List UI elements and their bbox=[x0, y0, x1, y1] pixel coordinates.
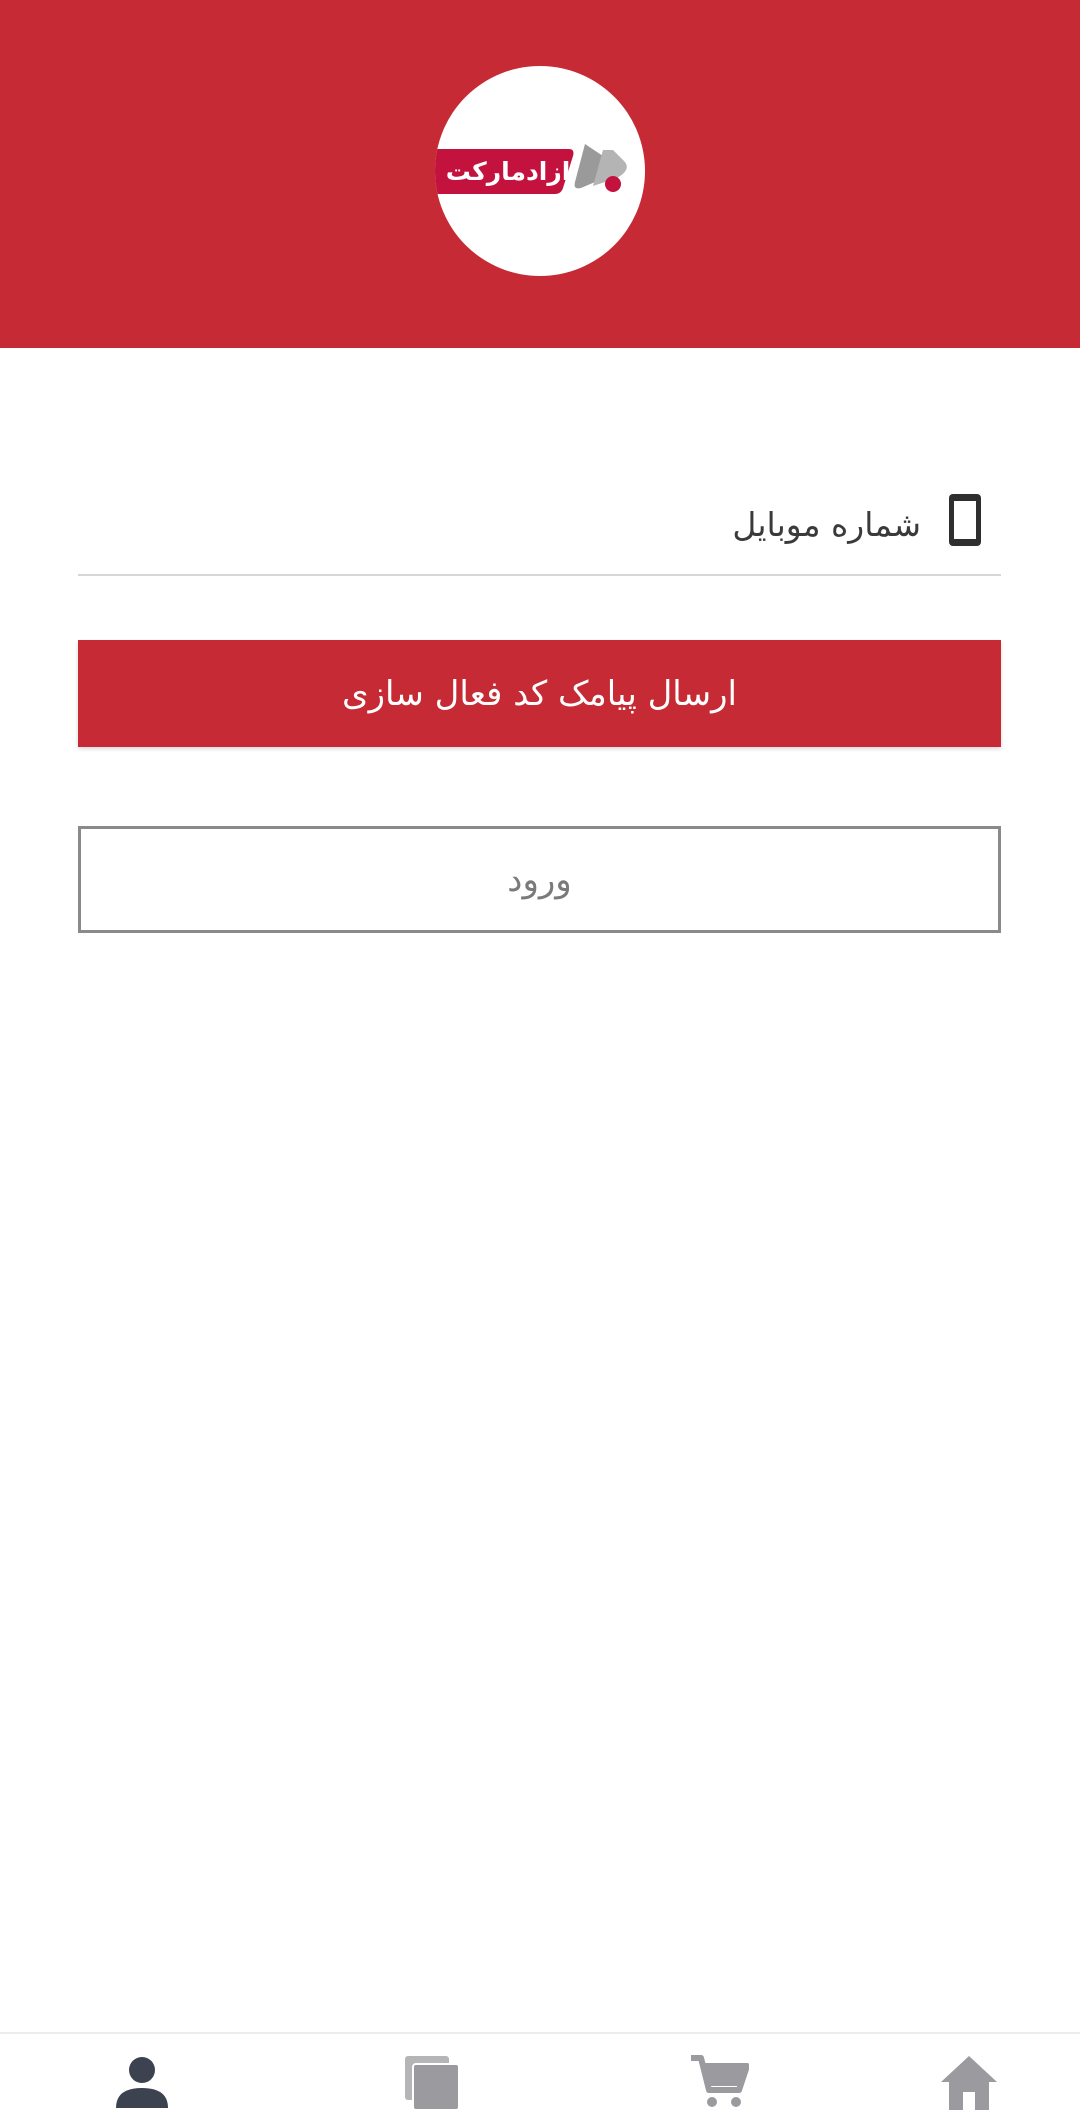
login-label: ورود bbox=[507, 859, 572, 900]
bottom-navigation bbox=[0, 2032, 1080, 2121]
home-icon bbox=[941, 2056, 997, 2110]
app-header: ازادمارکت bbox=[0, 0, 1080, 348]
nav-home[interactable] bbox=[939, 2052, 999, 2112]
nav-profile[interactable] bbox=[112, 2052, 172, 2112]
nav-cart[interactable] bbox=[689, 2052, 749, 2112]
phone-input[interactable] bbox=[161, 494, 921, 554]
user-icon bbox=[116, 2057, 168, 2108]
login-button[interactable]: ورود bbox=[78, 826, 1001, 933]
mobile-phone-icon bbox=[949, 494, 981, 546]
brand-logo: ازادمارکت bbox=[435, 66, 645, 276]
send-activation-code-label: ارسال پیامک کد فعال سازی bbox=[342, 673, 738, 714]
nav-categories[interactable] bbox=[403, 2052, 463, 2112]
cart-icon bbox=[691, 2055, 749, 2107]
logo-text: ازادمارکت bbox=[445, 157, 571, 186]
stacked-cards-icon bbox=[405, 2056, 460, 2111]
send-activation-code-button[interactable]: ارسال پیامک کد فعال سازی bbox=[78, 640, 1001, 747]
phone-field[interactable] bbox=[78, 470, 1001, 576]
